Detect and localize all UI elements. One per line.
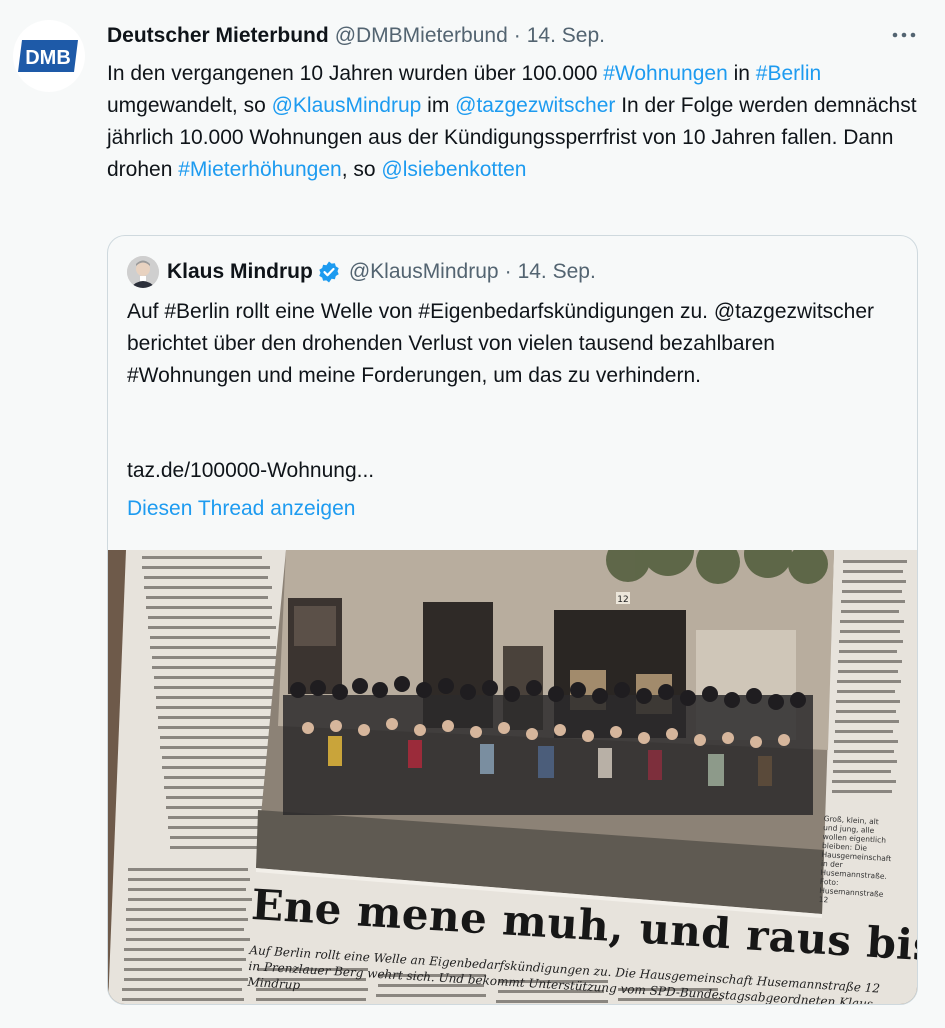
tweet-text-segment: In den vergangenen 10 Jahren wurden über…: [107, 62, 604, 85]
separator-dot: ·: [504, 260, 512, 283]
hashtag-link[interactable]: #Berlin: [756, 62, 821, 85]
tweet-text: In den vergangenen 10 Jahren wurden über…: [107, 58, 922, 186]
svg-text:12: 12: [617, 595, 628, 605]
quote-avatar[interactable]: [127, 256, 159, 288]
svg-text:DMB: DMB: [25, 47, 71, 69]
verified-badge-icon: [317, 260, 341, 284]
quote-tweet[interactable]: Klaus Mindrup @KlausMindrup · 14. Sep. A…: [107, 235, 918, 1005]
tweet-header: Deutscher Mieterbund @DMBMieterbund · 14…: [107, 22, 605, 50]
quote-author-name[interactable]: Klaus Mindrup: [167, 260, 313, 284]
quote-url[interactable]: taz.de/100000-Wohnung...: [127, 455, 374, 487]
tweet-date[interactable]: 14. Sep.: [527, 24, 605, 48]
tweet[interactable]: DMB Deutscher Mieterbund @DMBMieterbund …: [0, 0, 945, 1028]
quote-date[interactable]: 14. Sep.: [518, 260, 596, 284]
mention-link[interactable]: @KlausMindrup: [272, 94, 422, 117]
tweet-text-segment: in: [727, 62, 756, 85]
tweet-text-segment: umgewandelt, so: [107, 94, 272, 117]
mention-link[interactable]: @lsiebenkotten: [381, 158, 526, 181]
tweet-text-segment: im: [421, 94, 456, 117]
tweet-text-segment: , so: [341, 158, 382, 181]
quote-header: Klaus Mindrup @KlausMindrup · 14. Sep.: [127, 256, 596, 288]
author-name[interactable]: Deutscher Mieterbund: [107, 24, 329, 48]
quote-text: Auf #Berlin rollt eine Welle von #Eigenb…: [127, 300, 875, 387]
more-icon[interactable]: [888, 24, 920, 46]
photo-caption: Groß, klein, alt und jung, alle wollen e…: [818, 814, 892, 905]
hashtag-link[interactable]: #Mieterhöhungen: [178, 158, 341, 181]
avatar[interactable]: DMB: [13, 20, 85, 92]
quote-author-handle[interactable]: @KlausMindrup: [349, 260, 499, 284]
mention-link[interactable]: @tazgezwitscher: [455, 94, 615, 117]
quote-media-image[interactable]: 12 Groß, klein, alt und jung, alle wolle…: [108, 550, 917, 1004]
dmb-logo-icon: DMB: [18, 40, 78, 72]
author-handle[interactable]: @DMBMieterbund: [335, 24, 508, 48]
separator-dot: ·: [513, 24, 521, 47]
show-thread-link[interactable]: Diesen Thread anzeigen: [127, 493, 355, 525]
hashtag-link[interactable]: #Wohnungen: [603, 62, 728, 85]
